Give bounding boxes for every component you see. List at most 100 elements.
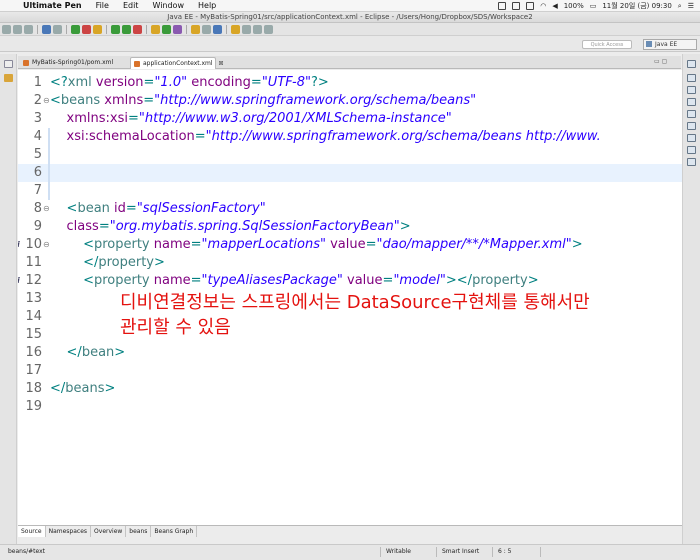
code-lines[interactable]: 1 <?xml version="1.0" encoding="UTF-8"?> 2…: [18, 74, 682, 416]
search-icon[interactable]: ⌕: [678, 0, 682, 11]
code-line[interactable]: 18 </beans>: [18, 380, 682, 398]
code-line[interactable]: 7: [18, 182, 682, 200]
quick-access-input[interactable]: Quick Access: [582, 40, 632, 49]
restore-icon[interactable]: [4, 60, 13, 68]
code-text[interactable]: xmlns:xsi="http://www.w3.org/2001/XMLSch…: [50, 110, 452, 128]
code-line[interactable]: 19: [18, 398, 682, 416]
menu-help[interactable]: Help: [191, 0, 223, 11]
code-line[interactable]: 8 ⊖ <bean id="sqlSessionFactory": [18, 200, 682, 218]
page-tab-overview[interactable]: Overview: [91, 526, 127, 537]
code-line[interactable]: i10⊖ <property name="mapperLocations" va…: [18, 236, 682, 254]
stop-icon[interactable]: [82, 24, 91, 34]
menu-list-icon[interactable]: ☰: [688, 0, 694, 11]
code-text[interactable]: </property>: [50, 254, 165, 272]
perspective-java-ee[interactable]: Java EE: [643, 39, 697, 50]
wifi-icon[interactable]: ◠: [540, 0, 546, 11]
code-text[interactable]: xsi:schemaLocation="http://www.springfra…: [50, 128, 601, 146]
code-line[interactable]: 6: [18, 164, 682, 182]
left-trim-bar: [0, 54, 17, 544]
menu-edit[interactable]: Edit: [116, 0, 146, 11]
status-bar: beans/#text Writable Smart Insert 6 : 5: [0, 544, 700, 560]
forward-icon[interactable]: [264, 24, 273, 34]
code-text[interactable]: <beans xmlns="http://www.springframework…: [50, 92, 476, 110]
print-icon[interactable]: [42, 24, 51, 34]
server-icon[interactable]: [71, 24, 80, 34]
code-line[interactable]: 16 </bean>: [18, 344, 682, 362]
line-number: 14: [25, 309, 42, 324]
new-icon[interactable]: [2, 24, 11, 34]
page-tab-beans[interactable]: beans: [126, 526, 152, 537]
code-text[interactable]: </beans>: [50, 380, 115, 398]
page-tab-beans-graph[interactable]: Beans Graph: [151, 526, 198, 537]
code-text[interactable]: class="org.mybatis.spring.SqlSessionFact…: [50, 218, 411, 236]
menu-app-name[interactable]: Ultimate Pen: [16, 0, 89, 11]
new-class-icon[interactable]: [162, 24, 171, 34]
code-line[interactable]: 2 ⊖ <beans xmlns="http://www.springframewo…: [18, 92, 682, 110]
open-type-icon[interactable]: [191, 24, 200, 34]
snippets-icon[interactable]: [687, 146, 696, 154]
back-icon[interactable]: [253, 24, 262, 34]
publish-icon[interactable]: [93, 24, 102, 34]
fold-toggle-icon[interactable]: ⊖: [43, 92, 50, 110]
markers-icon[interactable]: [687, 98, 696, 106]
tab-application-context[interactable]: applicationContext.xml ⊠: [130, 57, 224, 69]
page-tab-source[interactable]: Source: [18, 526, 46, 537]
line-number: 10: [25, 237, 42, 252]
page-tab-namespaces[interactable]: Namespaces: [46, 526, 92, 537]
open-task-icon[interactable]: [202, 24, 211, 34]
line-number: 9: [33, 219, 42, 234]
restore-icon[interactable]: [687, 60, 696, 68]
servers-icon[interactable]: [687, 122, 696, 130]
fold-toggle-icon[interactable]: ⊖: [43, 200, 50, 218]
external-tools-icon[interactable]: [133, 24, 142, 34]
mac-menu-bar: Ultimate Pen File Edit Window Help ◠ ◀ 1…: [0, 0, 700, 12]
status-icon[interactable]: [526, 2, 535, 10]
line-number: 3: [33, 111, 42, 126]
new-package-icon[interactable]: [151, 24, 160, 34]
xml-source-editor[interactable]: 1 <?xml version="1.0" encoding="UTF-8"?> 2…: [18, 70, 682, 525]
code-line[interactable]: 3 xmlns:xsi="http://www.w3.org/2001/XMLS…: [18, 110, 682, 128]
close-icon[interactable]: ⊠: [219, 60, 224, 67]
debug-icon[interactable]: [111, 24, 120, 34]
tab-pom-xml[interactable]: MyBatis-Spring01/pom.xml: [20, 57, 128, 69]
annotation-next-icon[interactable]: [231, 24, 240, 34]
fold-toggle-icon[interactable]: ⊖: [43, 236, 50, 254]
minimize-maximize-icons[interactable]: ▭ ▢: [654, 58, 667, 65]
status-path: beans/#text: [8, 548, 45, 555]
annotation-prev-icon[interactable]: [242, 24, 251, 34]
outline-icon[interactable]: [687, 74, 696, 82]
battery-icon[interactable]: ▭: [590, 0, 597, 11]
code-line[interactable]: 11 </property>: [18, 254, 682, 272]
status-icon[interactable]: [498, 2, 507, 10]
status-writable: Writable: [386, 548, 411, 555]
search-tool-icon[interactable]: [213, 24, 222, 34]
volume-icon[interactable]: ◀: [552, 0, 557, 11]
code-text[interactable]: <?xml version="1.0" encoding="UTF-8"?>: [50, 74, 329, 92]
menu-file[interactable]: File: [89, 0, 116, 11]
editor-tab-bar: MyBatis-Spring01/pom.xml applicationCont…: [18, 56, 681, 69]
code-line[interactable]: 1 <?xml version="1.0" encoding="UTF-8"?>: [18, 74, 682, 92]
code-text[interactable]: <property name="typeAliasesPackage" valu…: [50, 272, 539, 290]
clock[interactable]: 11월 20일 (금) 09:30: [602, 0, 671, 11]
new-interface-icon[interactable]: [173, 24, 182, 34]
battery-percent[interactable]: 100%: [564, 0, 584, 11]
save-all-icon[interactable]: [24, 24, 33, 34]
build-icon[interactable]: [53, 24, 62, 34]
code-text[interactable]: </bean>: [50, 344, 126, 362]
task-list-icon[interactable]: [687, 86, 696, 94]
status-icon[interactable]: [512, 2, 521, 10]
run-icon[interactable]: [122, 24, 131, 34]
code-line[interactable]: 9 class="org.mybatis.spring.SqlSessionFa…: [18, 218, 682, 236]
code-line[interactable]: 5: [18, 146, 682, 164]
project-explorer-icon[interactable]: [4, 74, 13, 82]
code-line[interactable]: i12 <property name="typeAliasesPackage" …: [18, 272, 682, 290]
save-icon[interactable]: [13, 24, 22, 34]
code-text[interactable]: <bean id="sqlSessionFactory": [50, 200, 266, 218]
console-icon[interactable]: [687, 158, 696, 166]
code-line[interactable]: 4 xsi:schemaLocation="http://www.springf…: [18, 128, 682, 146]
menu-window[interactable]: Window: [145, 0, 191, 11]
code-line[interactable]: 17: [18, 362, 682, 380]
properties-icon[interactable]: [687, 110, 696, 118]
data-source-icon[interactable]: [687, 134, 696, 142]
code-text[interactable]: <property name="mapperLocations" value="…: [50, 236, 583, 254]
